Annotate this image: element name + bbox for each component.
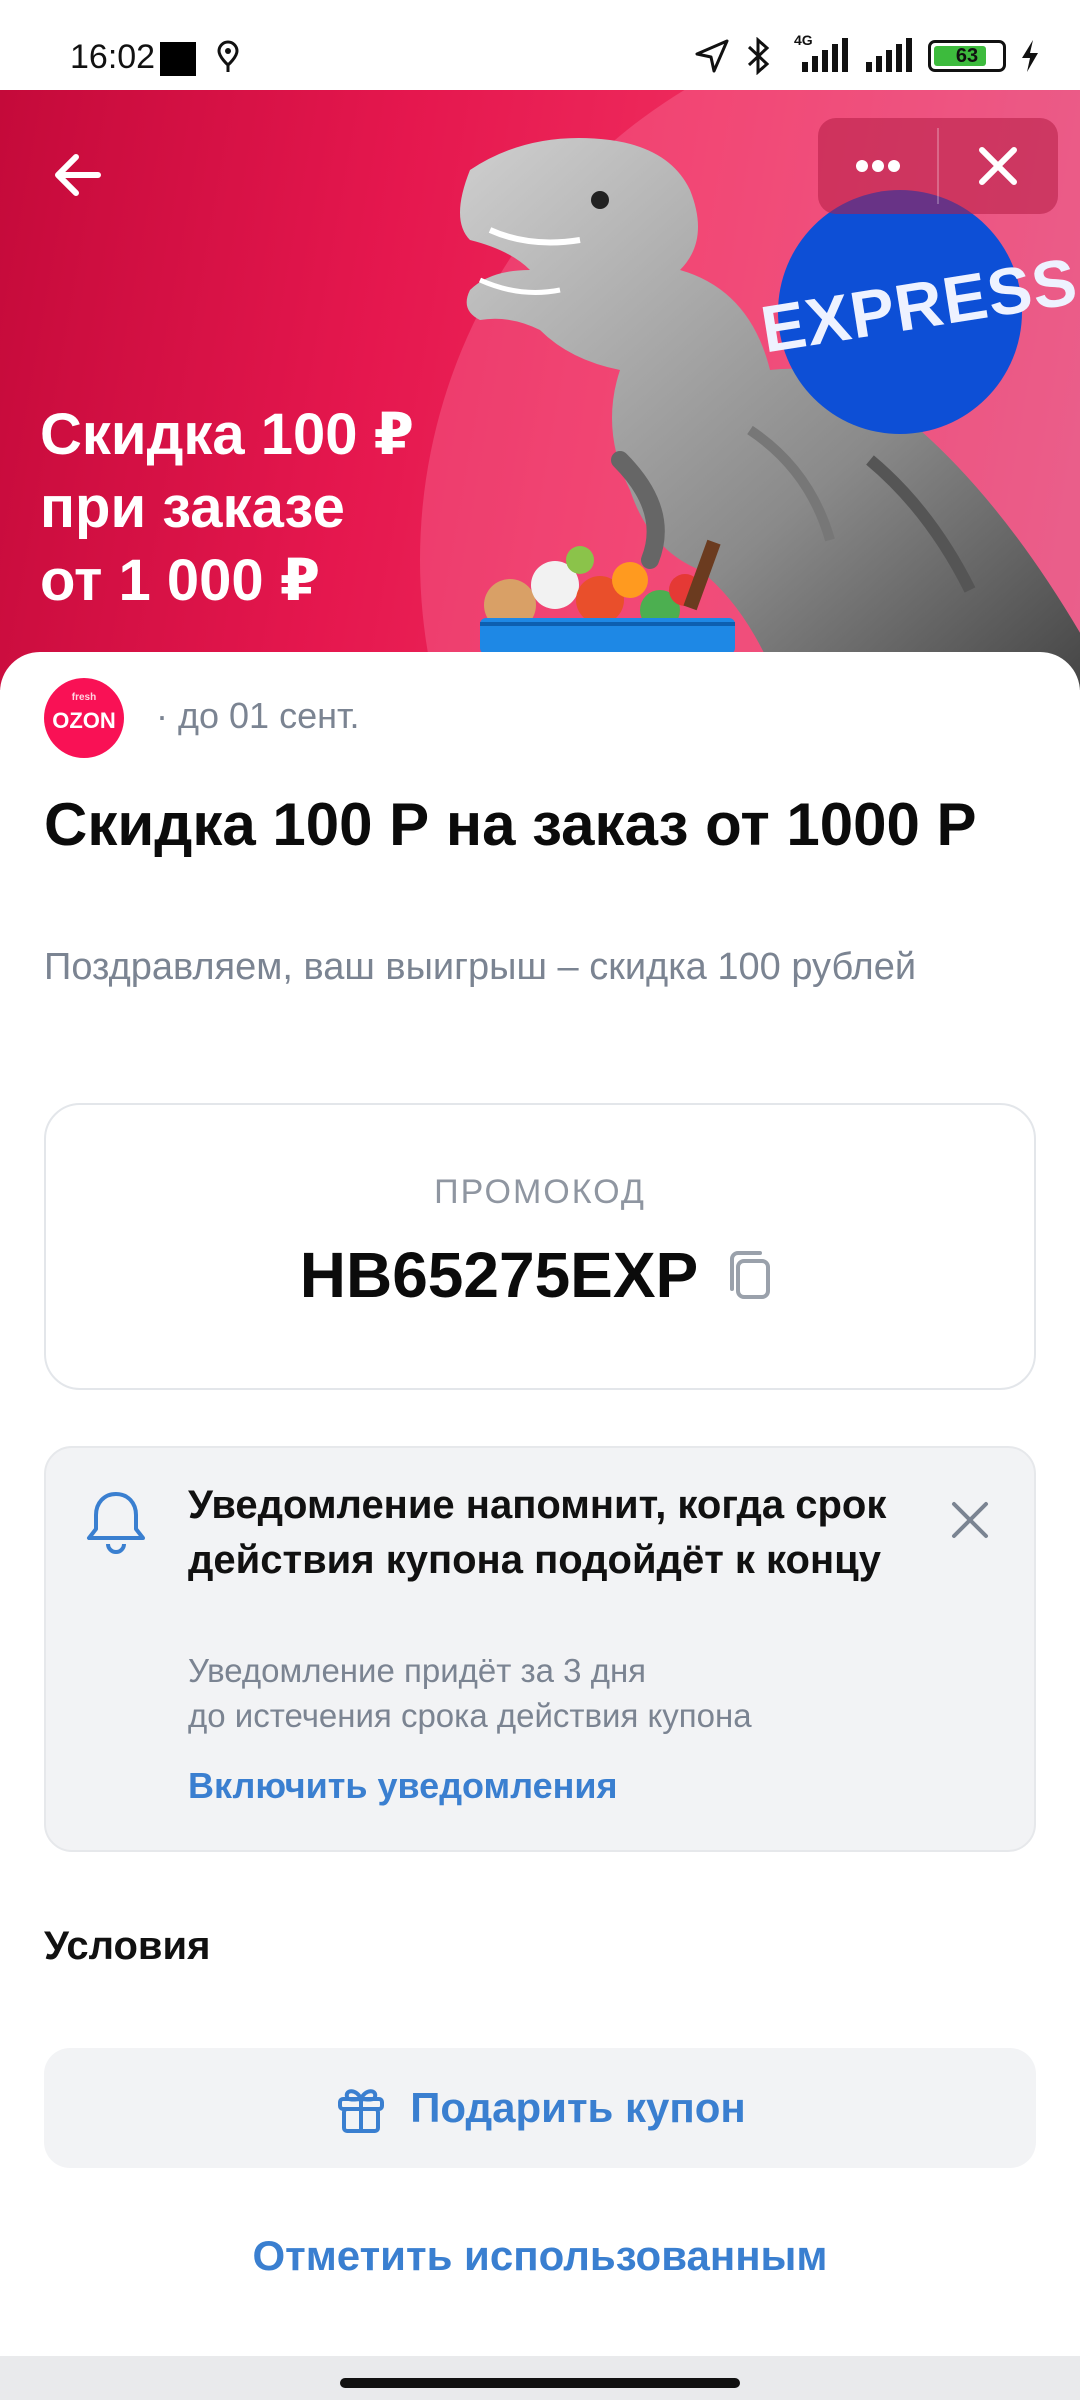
copy-icon	[730, 1251, 771, 1299]
close-icon	[952, 1502, 988, 1538]
brand-logo-subtext: fresh	[71, 692, 97, 703]
bluetooth-icon	[747, 37, 770, 75]
close-button[interactable]	[938, 118, 1058, 214]
notification-subtitle-line: до истечения срока действия купона	[188, 1697, 752, 1734]
promo-code-label: ПРОМОКОД	[434, 1173, 646, 1211]
coupon-description: Поздравляем, ваш выигрыш – скидка 100 ру…	[44, 946, 917, 988]
banner-headline: Скидка 100 ₽ при заказе от 1 000 ₽	[40, 398, 500, 617]
battery-level: 63	[955, 45, 979, 67]
enable-notifications-link[interactable]: Включить уведомления	[188, 1765, 618, 1807]
promo-code-card: ПРОМОКОД HB65275EXP	[44, 1103, 1036, 1390]
notification-title: Уведомление напомнит, когда срок действи…	[188, 1483, 887, 1582]
gift-button-label: Подарить купон	[410, 2084, 746, 2131]
gift-coupon-button[interactable]: Подарить купон	[44, 2048, 1036, 2168]
cellular-signal-icon	[866, 38, 912, 72]
promo-code-value[interactable]: HB65275EXP	[300, 1238, 698, 1312]
banner-headline-line: при заказе	[40, 475, 345, 540]
valid-until: · до 01 сент.	[156, 695, 360, 736]
conditions-section[interactable]: Условия	[44, 1924, 210, 1969]
brand-logo: fresh OZON	[44, 678, 124, 758]
status-icons: 4G 63	[694, 32, 1040, 76]
bell-icon	[84, 1488, 148, 1563]
home-indicator[interactable]	[340, 2378, 740, 2388]
coupon-title: Скидка 100 Р на заказ от 1000 Р	[44, 791, 977, 858]
battery-icon: 63	[928, 40, 1006, 72]
status-bar: 16:02 4G 63	[0, 0, 1080, 90]
system-nav-bar	[0, 2356, 1080, 2400]
mark-used-button[interactable]: Отметить использованным	[0, 2232, 1080, 2280]
cellular-4g-icon: 4G	[788, 32, 850, 74]
promo-code-row: HB65275EXP	[46, 1238, 1034, 1312]
dismiss-notification-button[interactable]	[942, 1492, 998, 1548]
status-time: 16:02	[70, 38, 156, 76]
notification-card: Уведомление напомнит, когда срок действи…	[44, 1446, 1036, 1852]
gift-button-content: Подарить купон	[44, 2048, 1036, 2168]
notification-square-icon	[160, 42, 196, 76]
promo-banner: EXPRESS Скидка 100 ₽ при заказе от 1 000…	[0, 90, 1080, 690]
navigation-arrow-icon	[695, 39, 729, 73]
arrow-left-icon	[55, 154, 101, 196]
brand-logo-text: OZON	[52, 708, 116, 733]
gift-icon	[338, 2089, 385, 2133]
more-horizontal-icon	[856, 160, 900, 172]
banner-headline-line: от 1 000 ₽	[40, 548, 321, 613]
location-pin-icon	[216, 40, 240, 79]
top-actions-group	[818, 118, 1058, 214]
more-button[interactable]	[818, 118, 938, 214]
banner-headline-line: Скидка 100 ₽	[40, 402, 415, 467]
close-icon	[979, 147, 1017, 185]
notification-subtitle-line: Уведомление придёт за 3 дня	[188, 1652, 647, 1689]
charging-bolt-icon	[1022, 40, 1038, 72]
notification-subtitle: Уведомление придёт за 3 дня до истечения…	[188, 1648, 908, 1738]
back-button[interactable]	[40, 135, 120, 215]
copy-button[interactable]	[720, 1245, 780, 1305]
